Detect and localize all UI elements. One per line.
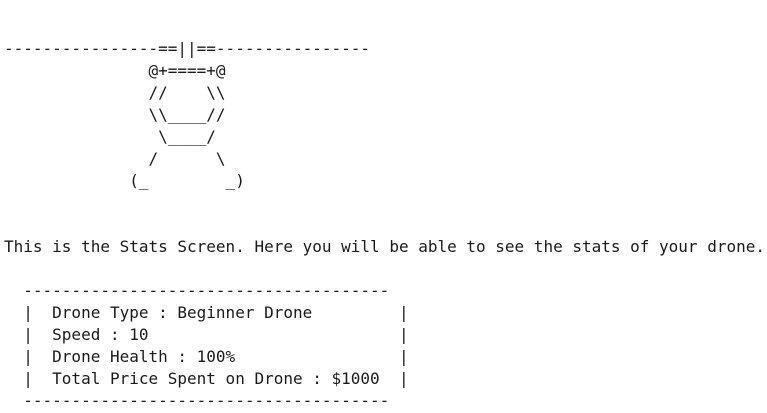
drone-art-line: \____/ — [4, 127, 216, 146]
drone-art-line: // \\ — [4, 83, 226, 102]
stat-row-drone-type: | Drone Type : Beginner Drone | — [4, 303, 409, 322]
stats-box-bottom-border: -------------------------------------- — [4, 391, 390, 410]
drone-art-line: \\____// — [4, 105, 226, 124]
drone-art-line: (_ _) — [4, 171, 245, 190]
stat-row-total-price: | Total Price Spent on Drone : $1000 | — [4, 369, 409, 388]
stat-row-drone-health: | Drone Health : 100% | — [4, 347, 409, 366]
intro-text: This is the Stats Screen. Here you will … — [4, 237, 765, 256]
terminal-output: ----------------==||==---------------- @… — [4, 38, 765, 412]
drone-art-line: / \ — [4, 149, 226, 168]
drone-art-line: ----------------==||==---------------- — [4, 39, 371, 58]
drone-art-line: @+====+@ — [4, 61, 226, 80]
stats-box-top-border: -------------------------------------- — [4, 281, 390, 300]
stat-row-speed: | Speed : 10 | — [4, 325, 409, 344]
